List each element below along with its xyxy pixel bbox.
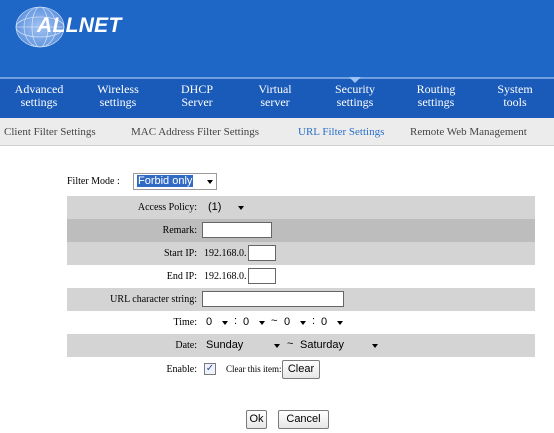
time-start-minute-value: 0: [243, 316, 250, 328]
url-string-input[interactable]: [202, 291, 344, 307]
url-string-label: URL character string:: [110, 294, 197, 305]
cancel-button[interactable]: Cancel: [278, 410, 329, 429]
time-label: Time:: [173, 317, 197, 328]
header-banner: ALLNET: [0, 0, 554, 77]
chevron-down-icon: [207, 180, 213, 184]
nav-advanced-settings[interactable]: Advanced settings: [0, 79, 78, 118]
nav-wireless-settings[interactable]: Wireless settings: [78, 79, 158, 118]
access-policy-select[interactable]: (1): [204, 199, 248, 216]
clear-button[interactable]: Clear: [282, 360, 320, 379]
nav-virtual-server[interactable]: Virtual server: [236, 79, 314, 118]
nav-security-settings[interactable]: Security settings: [314, 77, 396, 118]
brand-logo-text: ALLNET: [37, 14, 122, 37]
time-colon: :: [312, 315, 316, 327]
time-start-minute-select[interactable]: 0: [239, 314, 269, 331]
date-end-select[interactable]: Saturday: [296, 337, 382, 354]
enable-label: Enable:: [166, 364, 197, 375]
nav-label-line2: Server: [181, 95, 213, 109]
time-end-minute-value: 0: [321, 316, 328, 328]
end-ip-input[interactable]: [248, 268, 276, 284]
remark-row: Remark:: [67, 219, 535, 242]
time-end-hour-select[interactable]: 0: [280, 314, 310, 331]
end-ip-prefix: 192.168.0.: [204, 271, 247, 282]
time-colon: :: [234, 315, 238, 327]
tab-url-filter-settings[interactable]: URL Filter Settings: [298, 126, 384, 138]
end-ip-row: End IP: 192.168.0.: [67, 265, 535, 288]
tab-remote-web-management[interactable]: Remote Web Management: [410, 126, 527, 138]
nav-label-line2: tools: [503, 95, 527, 109]
time-range-separator: ~: [271, 315, 278, 327]
chevron-down-icon: [274, 344, 280, 348]
access-policy-row: Access Policy: (1): [67, 196, 535, 219]
filter-mode-select[interactable]: Forbid only: [133, 173, 217, 190]
date-row: Date: Sunday ~ Saturday: [67, 334, 535, 357]
nav-label-line2: settings: [99, 95, 137, 109]
start-ip-prefix: 192.168.0.: [204, 248, 247, 259]
start-ip-input[interactable]: [248, 245, 276, 261]
nav-routing-settings[interactable]: Routing settings: [396, 79, 476, 118]
nav-label-line2: settings: [336, 95, 374, 109]
time-start-hour-value: 0: [206, 316, 213, 328]
main-navigation: Advanced settings Wireless settings DHCP…: [0, 77, 554, 118]
enable-row: Enable: ✓ Clear this item: Clear: [67, 357, 535, 383]
time-row: Time: 0 : 0 ~ 0 : 0: [67, 311, 535, 334]
time-end-hour-value: 0: [284, 316, 291, 328]
url-string-row: URL character string:: [67, 288, 535, 311]
filter-mode-value: Forbid only: [137, 175, 194, 187]
checkmark-icon: ✓: [205, 363, 215, 374]
end-ip-label: End IP:: [166, 271, 197, 282]
tab-client-filter-settings[interactable]: Client Filter Settings: [4, 126, 96, 138]
chevron-down-icon: [300, 321, 306, 325]
ok-button[interactable]: Ok: [246, 410, 267, 429]
filter-mode-label: Filter Mode :: [67, 176, 120, 187]
nav-dhcp-server[interactable]: DHCP Server: [158, 79, 236, 118]
enable-checkbox[interactable]: ✓: [204, 363, 216, 375]
date-end-value: Saturday: [300, 339, 345, 351]
filter-rule-table: Access Policy: (1) Remark: Start IP: 192…: [67, 196, 535, 383]
date-start-select[interactable]: Sunday: [202, 337, 284, 354]
nav-label-line2: settings: [417, 95, 455, 109]
access-policy-value: (1): [208, 201, 222, 213]
chevron-down-icon: [259, 321, 265, 325]
chevron-down-icon: [337, 321, 343, 325]
start-ip-row: Start IP: 192.168.0.: [67, 242, 535, 265]
start-ip-label: Start IP:: [163, 248, 197, 259]
time-start-hour-select[interactable]: 0: [202, 314, 232, 331]
url-filter-form: Filter Mode : Forbid only Access Policy:…: [0, 147, 554, 433]
chevron-down-icon: [372, 344, 378, 348]
nav-label-line2: settings: [20, 95, 58, 109]
chevron-down-icon: [238, 206, 244, 210]
remark-label: Remark:: [162, 225, 197, 236]
date-label: Date:: [175, 340, 197, 351]
tab-mac-address-filter-settings[interactable]: MAC Address Filter Settings: [131, 126, 259, 138]
clear-item-label: Clear this item:: [226, 364, 282, 374]
sub-navigation: Client Filter Settings MAC Address Filte…: [0, 118, 554, 146]
chevron-down-icon: [222, 321, 228, 325]
remark-input[interactable]: [202, 222, 272, 238]
date-range-separator: ~: [287, 338, 294, 350]
date-start-value: Sunday: [206, 339, 244, 351]
nav-label-line2: server: [260, 95, 290, 109]
nav-system-tools[interactable]: System tools: [476, 79, 554, 118]
time-end-minute-select[interactable]: 0: [317, 314, 347, 331]
access-policy-label: Access Policy:: [137, 202, 197, 213]
